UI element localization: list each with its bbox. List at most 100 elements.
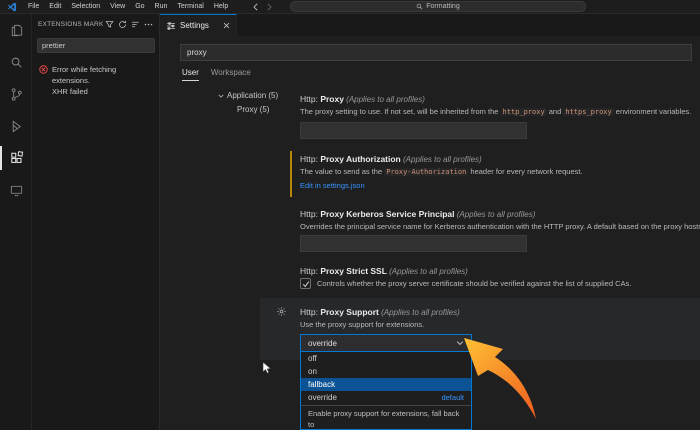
source-control-icon[interactable] xyxy=(0,78,32,110)
sidebar-title: EXTENSIONS MARKE... xyxy=(38,21,103,28)
refresh-icon[interactable] xyxy=(116,18,129,31)
desc-text: header for every network request. xyxy=(468,167,582,176)
setting-desc-proxy-authorization: The value to send as the Proxy-Authoriza… xyxy=(300,167,700,176)
setting-desc-proxy: The proxy setting to use. If not set, wi… xyxy=(300,107,700,116)
edit-in-settings-json-link[interactable]: Edit in settings.json xyxy=(300,181,365,190)
menu-view[interactable]: View xyxy=(105,0,130,14)
dropdown-description: Enable proxy support for extensions, fal… xyxy=(301,408,471,430)
setting-title-proxy-strict-ssl: Http: Proxy Strict SSL (Applies to all p… xyxy=(300,266,696,276)
menu-edit[interactable]: Edit xyxy=(44,0,66,14)
run-and-debug-icon[interactable] xyxy=(0,110,32,142)
back-arrow-icon[interactable] xyxy=(252,3,260,11)
tab-bar: Settings xyxy=(160,14,700,36)
desc-text: and xyxy=(547,107,564,116)
sidebar-header: EXTENSIONS MARKE... xyxy=(32,14,159,34)
setting-name: Proxy Kerberos Service Principal xyxy=(320,209,454,219)
option-label: override xyxy=(308,391,441,404)
default-badge: default xyxy=(441,391,464,404)
editor-area: Settings User Workspace Application (5) … xyxy=(160,14,700,430)
proxy-support-dropdown: off on fallback override default Enable … xyxy=(300,352,472,430)
modified-indicator xyxy=(290,151,292,197)
setting-title-proxy: Http: Proxy (Applies to all profiles) xyxy=(300,94,696,104)
strict-ssl-checkbox[interactable] xyxy=(300,278,311,289)
filter-icon[interactable] xyxy=(103,18,116,31)
setting-desc-proxy-kerberos: Overrides the principal service name for… xyxy=(300,222,700,231)
desc-text: environment variables. xyxy=(614,107,692,116)
error-line-2: XHR failed xyxy=(52,86,155,97)
error-line-1: Error while fetching extensions. xyxy=(52,64,155,86)
vscode-logo-icon xyxy=(7,2,17,12)
menu-run[interactable]: Run xyxy=(150,0,173,14)
history-nav xyxy=(252,0,273,14)
chevron-down-icon xyxy=(456,339,464,347)
select-value: override xyxy=(308,339,456,348)
close-icon[interactable] xyxy=(223,22,230,29)
search-icon xyxy=(416,3,423,10)
menu-go[interactable]: Go xyxy=(130,0,149,14)
proxy-value-input[interactable] xyxy=(300,122,527,139)
title-bar: File Edit Selection View Go Run Terminal… xyxy=(0,0,700,14)
setting-category: Http: xyxy=(300,209,320,219)
code-chip: http_proxy xyxy=(501,108,547,116)
chevron-down-icon xyxy=(218,93,224,99)
menu-selection[interactable]: Selection xyxy=(66,0,105,14)
settings-sliders-icon xyxy=(166,21,176,31)
toc-item-proxy[interactable]: Proxy (5) xyxy=(237,105,269,114)
dropdown-desc-line-1: Enable proxy support for extensions, fal… xyxy=(308,409,464,430)
menu-file[interactable]: File xyxy=(23,0,44,14)
setting-name: Proxy Authorization xyxy=(320,154,400,164)
option-label: off xyxy=(308,352,464,365)
setting-scope: (Applies to all profiles) xyxy=(379,308,460,317)
option-label: fallback xyxy=(308,378,464,391)
extensions-error: Error while fetching extensions. XHR fai… xyxy=(39,64,155,97)
setting-title-proxy-support: Http: Proxy Support (Applies to all prof… xyxy=(300,307,696,317)
extensions-icon[interactable] xyxy=(0,142,32,174)
setting-scope: (Applies to all profiles) xyxy=(455,210,536,219)
toc-application-label: Application (5) xyxy=(227,91,278,100)
setting-name: Proxy Strict SSL xyxy=(320,266,387,276)
kerberos-value-input[interactable] xyxy=(300,235,527,252)
command-center-label: Formatting xyxy=(426,3,459,10)
proxy-support-select[interactable]: override xyxy=(300,334,472,352)
setting-name: Proxy xyxy=(320,94,344,104)
setting-category: Http: xyxy=(300,154,320,164)
extensions-search-input[interactable] xyxy=(37,38,155,53)
tab-workspace[interactable]: Workspace xyxy=(211,68,251,81)
remote-explorer-icon[interactable] xyxy=(0,174,32,206)
search-icon[interactable] xyxy=(0,46,32,78)
error-icon xyxy=(39,65,48,74)
setting-scope: (Applies to all profiles) xyxy=(401,155,482,164)
dropdown-separator xyxy=(301,405,471,406)
menu-help[interactable]: Help xyxy=(209,0,233,14)
check-icon xyxy=(302,280,310,288)
setting-category: Http: xyxy=(300,307,320,317)
setting-scope: (Applies to all profiles) xyxy=(387,267,468,276)
vscode-window: File Edit Selection View Go Run Terminal… xyxy=(0,0,700,430)
menu-terminal[interactable]: Terminal xyxy=(172,0,208,14)
command-center-search[interactable]: Formatting xyxy=(290,1,586,12)
toc-item-application[interactable]: Application (5) xyxy=(218,91,278,100)
settings-editor: User Workspace Application (5) Proxy (5)… xyxy=(160,36,700,430)
code-chip: https_proxy xyxy=(563,108,613,116)
more-actions-icon[interactable] xyxy=(142,18,155,31)
explorer-icon[interactable] xyxy=(0,14,32,46)
setting-scope: (Applies to all profiles) xyxy=(344,95,425,104)
option-label: on xyxy=(308,365,464,378)
desc-text: The proxy setting to use. If not set, wi… xyxy=(300,107,501,116)
forward-arrow-icon[interactable] xyxy=(265,3,273,11)
option-on[interactable]: on xyxy=(301,365,471,378)
option-off[interactable]: off xyxy=(301,352,471,365)
tab-settings[interactable]: Settings xyxy=(160,14,237,36)
option-fallback[interactable]: fallback xyxy=(301,378,471,391)
setting-desc-proxy-support: Use the proxy support for extensions. xyxy=(300,320,700,329)
setting-category: Http: xyxy=(300,266,320,276)
strict-ssl-row: Controls whether the proxy server certif… xyxy=(300,278,631,289)
gear-icon[interactable] xyxy=(276,306,287,317)
extensions-sidebar: EXTENSIONS MARKE... Error while fetching… xyxy=(32,14,160,430)
option-override[interactable]: override default xyxy=(301,391,471,404)
tab-label: Settings xyxy=(180,21,219,30)
desc-text: The value to send as the xyxy=(300,167,384,176)
setting-name: Proxy Support xyxy=(320,307,379,317)
clear-results-icon[interactable] xyxy=(129,18,142,31)
tab-user[interactable]: User xyxy=(182,68,199,81)
